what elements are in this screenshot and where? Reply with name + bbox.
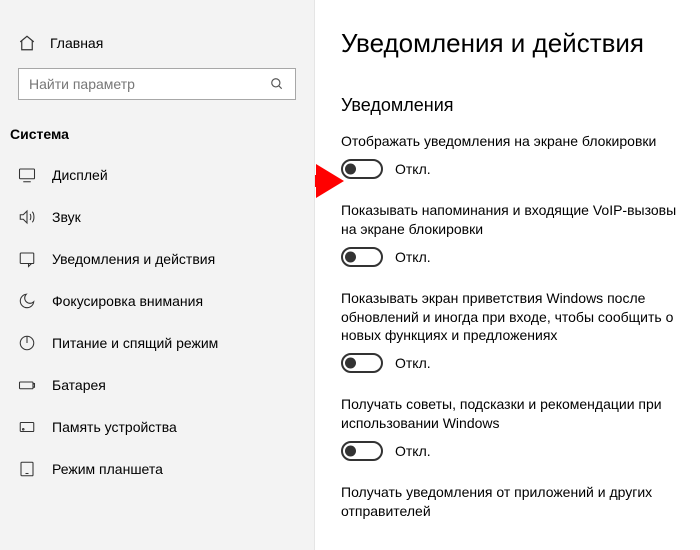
toggle-switch[interactable] — [341, 159, 383, 179]
tablet-icon — [18, 460, 36, 478]
toggle-state-label: Откл. — [395, 443, 431, 459]
setting-description: Показывать экран приветствия Windows пос… — [341, 289, 686, 346]
moon-icon — [18, 292, 36, 310]
content: Уведомления и действия Уведомления Отобр… — [315, 0, 700, 550]
sidebar-item-storage[interactable]: Память устройства — [0, 406, 314, 448]
toggle-switch[interactable] — [341, 247, 383, 267]
search-input[interactable] — [18, 68, 296, 100]
section-heading: Уведомления — [341, 95, 686, 116]
setting-welcome-screen: Показывать экран приветствия Windows пос… — [341, 289, 686, 374]
setting-description: Показывать напоминания и входящие VoIP-в… — [341, 201, 686, 239]
toggle-state-label: Откл. — [395, 249, 431, 265]
sidebar-item-label: Память устройства — [52, 419, 177, 435]
callout-arrow-icon — [315, 164, 344, 198]
sidebar-item-label: Режим планшета — [52, 461, 163, 477]
battery-icon — [18, 376, 36, 394]
setting-lockscreen-notifications: Отображать уведомления на экране блокиро… — [341, 132, 686, 179]
toggle-state-label: Откл. — [395, 355, 431, 371]
sidebar-item-label: Питание и спящий режим — [52, 335, 218, 351]
setting-description: Отображать уведомления на экране блокиро… — [341, 132, 686, 151]
sidebar-item-label: Фокусировка внимания — [52, 293, 203, 309]
sidebar-item-label: Звук — [52, 209, 81, 225]
page-title: Уведомления и действия — [341, 28, 686, 59]
search-container — [18, 68, 296, 100]
sidebar-item-tablet[interactable]: Режим планшета — [0, 448, 314, 490]
home-icon — [18, 34, 36, 52]
sidebar-item-sound[interactable]: Звук — [0, 196, 314, 238]
notifications-icon — [18, 250, 36, 268]
home-label: Главная — [50, 35, 103, 51]
search-icon — [270, 77, 284, 91]
setting-description: Получать советы, подсказки и рекомендаци… — [341, 395, 686, 433]
toggle-switch[interactable] — [341, 353, 383, 373]
sidebar-item-home[interactable]: Главная — [0, 28, 314, 68]
sound-icon — [18, 208, 36, 226]
toggle-switch[interactable] — [341, 441, 383, 461]
sidebar-section-title: Система — [0, 118, 314, 154]
sidebar-item-label: Дисплей — [52, 167, 108, 183]
sidebar-item-power[interactable]: Питание и спящий режим — [0, 322, 314, 364]
monitor-icon — [18, 166, 36, 184]
setting-tips: Получать советы, подсказки и рекомендаци… — [341, 395, 686, 461]
setting-description: Получать уведомления от приложений и дру… — [341, 483, 686, 521]
storage-icon — [18, 418, 36, 436]
sidebar-item-label: Уведомления и действия — [52, 251, 215, 267]
setting-app-notifications: Получать уведомления от приложений и дру… — [341, 483, 686, 521]
sidebar-item-battery[interactable]: Батарея — [0, 364, 314, 406]
setting-lockscreen-voip: Показывать напоминания и входящие VoIP-в… — [341, 201, 686, 267]
sidebar-item-notifications[interactable]: Уведомления и действия — [0, 238, 314, 280]
sidebar-item-label: Батарея — [52, 377, 106, 393]
sidebar-item-focus[interactable]: Фокусировка внимания — [0, 280, 314, 322]
sidebar: Главная Система Дисплей Звук Уведо — [0, 0, 315, 550]
toggle-state-label: Откл. — [395, 161, 431, 177]
sidebar-item-display[interactable]: Дисплей — [0, 154, 314, 196]
power-icon — [18, 334, 36, 352]
